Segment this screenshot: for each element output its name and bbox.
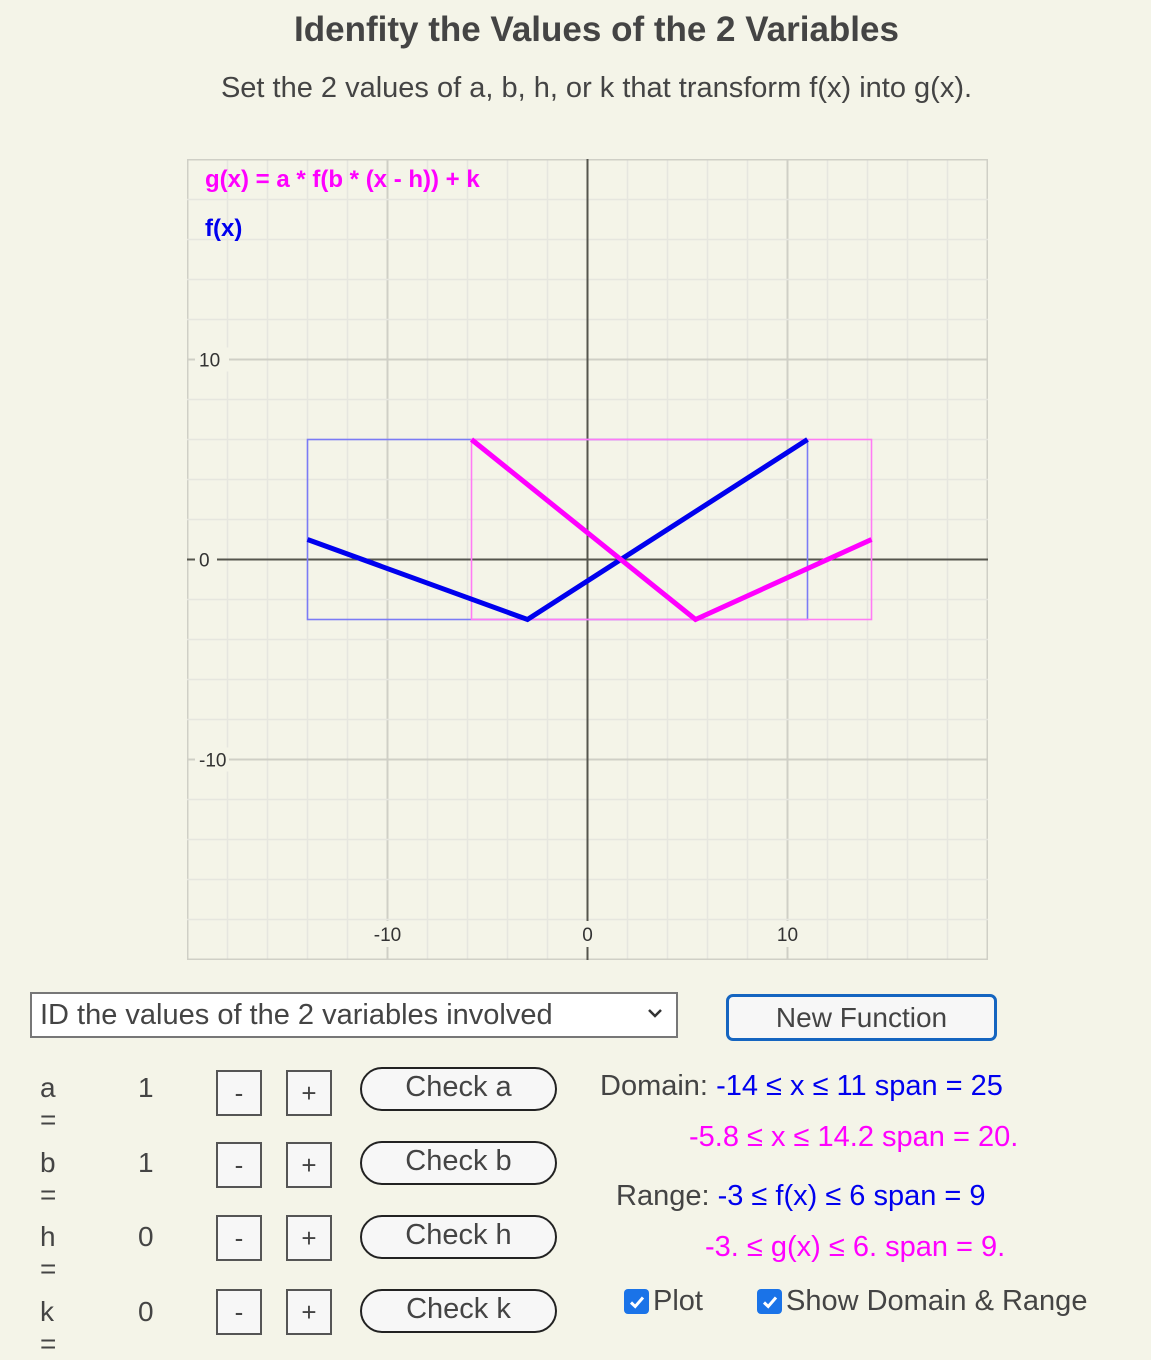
mode-select[interactable]: ID the values of the 2 variables involve… (30, 992, 678, 1038)
domain-f: -14 ≤ x ≤ 11 span = 25 (716, 1070, 1003, 1102)
decrement-a-button[interactable]: - (216, 1070, 262, 1116)
domain-f-line: Domain: -14 ≤ x ≤ 11 span = 25 (600, 1070, 1003, 1103)
show-domain-range-label: Show Domain & Range (786, 1285, 1087, 1318)
check-h-button[interactable]: Check h (360, 1215, 557, 1259)
decrement-b-button[interactable]: - (216, 1142, 262, 1188)
legend-f: f(x) (205, 215, 242, 242)
x-tick-label: -10 (374, 925, 401, 946)
increment-a-button[interactable]: + (286, 1070, 332, 1116)
chevron-down-icon (644, 1002, 666, 1024)
page-title: Idenfity the Values of the 2 Variables (0, 10, 1151, 50)
new-function-button[interactable]: New Function (726, 994, 997, 1041)
y-tick-label: 0 (199, 551, 210, 572)
variable-label: k = (40, 1296, 56, 1360)
y-tick-label: 10 (199, 351, 220, 372)
variable-value: 1 (138, 1147, 154, 1179)
range-f-line: Range: -3 ≤ f(x) ≤ 6 span = 9 (616, 1180, 986, 1213)
checkbox-checked-icon (757, 1289, 782, 1314)
x-tick-label: 10 (777, 925, 798, 946)
variable-value: 0 (138, 1221, 154, 1253)
range-g: -3. ≤ g(x) ≤ 6. span = 9. (705, 1231, 1005, 1264)
function-graph: -10 0 10 10 0 -10 g(x) = a * f(b * (x - h)) +… (187, 159, 988, 960)
page-subtitle: Set the 2 values of a, b, h, or k that t… (0, 72, 1151, 105)
increment-h-button[interactable]: + (286, 1215, 332, 1261)
plot-checkbox[interactable]: Plot (624, 1285, 703, 1318)
legend-g: g(x) = a * f(b * (x - h)) + k (205, 166, 480, 193)
checkbox-checked-icon (624, 1289, 649, 1314)
mode-select-value: ID the values of the 2 variables involve… (40, 999, 553, 1032)
range-label: Range: (616, 1180, 710, 1212)
check-a-button[interactable]: Check a (360, 1067, 557, 1111)
decrement-k-button[interactable]: - (216, 1289, 262, 1335)
y-tick-label: -10 (199, 751, 226, 772)
decrement-h-button[interactable]: - (216, 1215, 262, 1261)
increment-b-button[interactable]: + (286, 1142, 332, 1188)
domain-g: -5.8 ≤ x ≤ 14.2 span = 20. (689, 1121, 1018, 1154)
check-b-button[interactable]: Check b (360, 1141, 557, 1185)
range-f: -3 ≤ f(x) ≤ 6 span = 9 (718, 1180, 986, 1212)
show-domain-range-checkbox[interactable]: Show Domain & Range (757, 1285, 1087, 1318)
variable-value: 1 (138, 1072, 154, 1104)
check-k-button[interactable]: Check k (360, 1289, 557, 1333)
domain-label: Domain: (600, 1070, 708, 1102)
plot-label: Plot (653, 1285, 703, 1318)
variable-label: h = (40, 1221, 56, 1285)
variable-label: b = (40, 1147, 56, 1211)
variable-label: a = (40, 1072, 56, 1136)
x-tick-label: 0 (582, 925, 593, 946)
variable-value: 0 (138, 1296, 154, 1328)
increment-k-button[interactable]: + (286, 1289, 332, 1335)
